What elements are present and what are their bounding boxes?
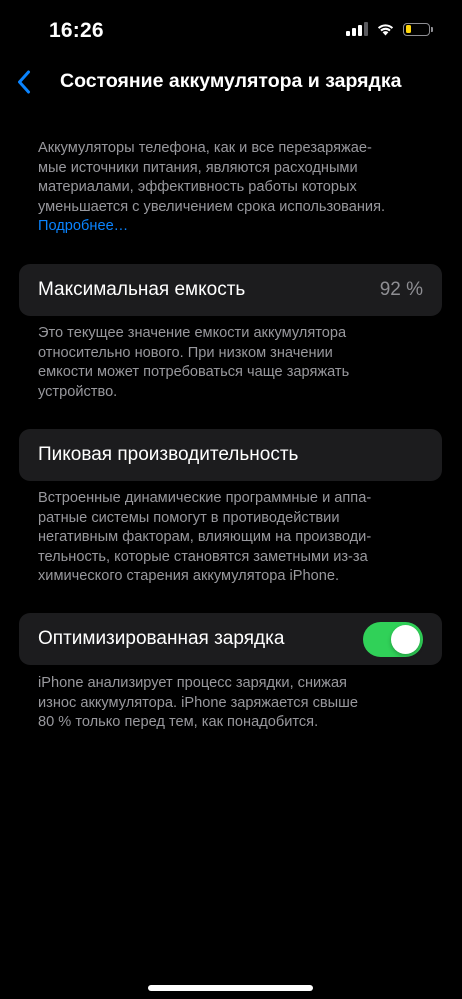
home-indicator[interactable] — [148, 985, 313, 991]
description-line: 80 % только перед тем, как понадобится. — [38, 714, 319, 730]
back-button[interactable] — [8, 66, 40, 98]
description-line: Это текущее значение емкости аккумулятор… — [38, 325, 347, 341]
description-line: относительно нового. При низком значении — [38, 344, 333, 361]
signal-bar — [364, 22, 368, 36]
peak-performance-label: Пиковая производительность — [38, 444, 299, 465]
peak-performance-cell: Пиковая производительность — [19, 429, 442, 481]
description-line: Встроенные динамические программные и ап… — [38, 490, 372, 506]
optimized-charging-cell: Оптимизированная зарядка — [19, 613, 442, 665]
status-bar: 16:26 — [0, 0, 462, 60]
optimized-charging-toggle[interactable] — [363, 622, 423, 657]
signal-bar — [346, 31, 350, 36]
battery-icon — [403, 22, 433, 36]
intro-line: мые источники питания, являются расходны… — [38, 159, 358, 176]
intro-line: уменьшается с увеличением срока использо… — [38, 198, 386, 215]
optimized-charging-label: Оптимизированная зарядка — [38, 628, 285, 649]
intro-description: Аккумуляторы телефона, как и все перезар… — [38, 139, 430, 237]
description-line: ратные системы помогут в противодействии — [38, 509, 340, 526]
status-icons — [346, 22, 433, 36]
peak-performance-description: Встроенные динамические программные и ап… — [38, 489, 430, 587]
toggle-knob — [391, 625, 420, 654]
learn-more-link[interactable]: Подробнее… — [38, 217, 430, 237]
wifi-icon — [376, 22, 395, 36]
optimized-charging-description: iPhone анализирует процесс зарядки, сниж… — [38, 674, 430, 733]
chevron-left-icon — [18, 70, 30, 94]
status-time: 16:26 — [49, 19, 104, 42]
nav-bar: Состояние аккумулятора и зарядка — [0, 60, 462, 104]
max-capacity-description: Это текущее значение емкости аккумулятор… — [38, 324, 430, 402]
description-line: емкости может потребоваться чаще заряжат… — [38, 364, 350, 380]
description-line: негативным факторам, влияющим на произво… — [38, 529, 372, 545]
signal-bar — [358, 25, 362, 36]
max-capacity-cell: Максимальная емкость 92 % — [19, 264, 442, 316]
description-line: тельность, которые становятся заметными … — [38, 548, 368, 565]
signal-bar — [352, 28, 356, 36]
max-capacity-value: 92 % — [379, 279, 423, 300]
signal-icon — [346, 22, 368, 36]
battery-fill — [405, 25, 411, 33]
max-capacity-label: Максимальная емкость — [38, 279, 246, 300]
battery-nub — [431, 26, 433, 32]
page-title: Состояние аккумулятора и зарядка — [60, 70, 402, 92]
description-line: устройство. — [38, 383, 118, 400]
intro-line: материалами, эффективность работы которы… — [38, 179, 357, 195]
intro-line: Аккумуляторы телефона, как и все перезар… — [38, 140, 372, 156]
description-line: iPhone анализирует процесс зарядки, сниж… — [38, 675, 347, 691]
description-line: износ аккумулятора. iPhone заряжается св… — [38, 694, 358, 711]
description-line: химического старения аккумулятора iPhone… — [38, 568, 340, 584]
